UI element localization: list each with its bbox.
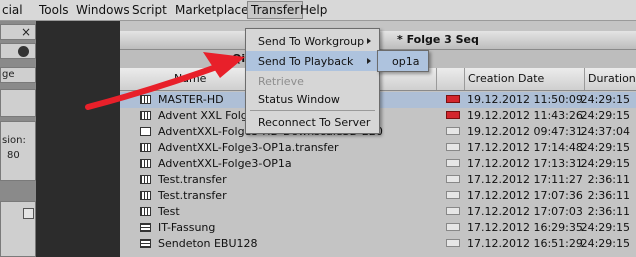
annotation-arrow-icon <box>85 52 245 110</box>
